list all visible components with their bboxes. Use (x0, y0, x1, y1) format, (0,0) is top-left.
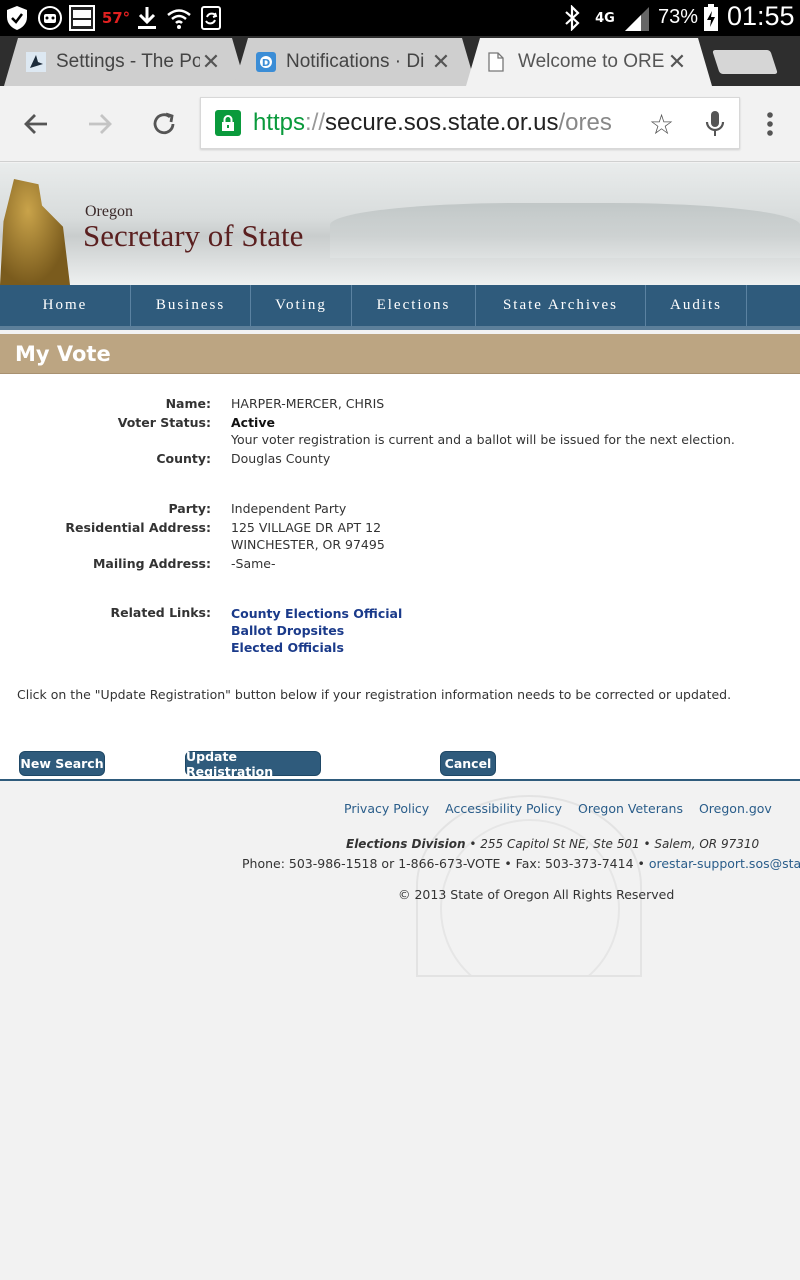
name-value: HARPER-MERCER, CHRIS (231, 396, 385, 411)
county-label: County: (156, 451, 211, 466)
support-email-link[interactable]: orestar-support.sos@state.or.us (649, 856, 800, 871)
party-label: Party: (168, 501, 211, 516)
address-bar[interactable]: https://secure.sos.state.or.us/ores ☆ (200, 97, 740, 149)
overflow-menu-icon[interactable] (754, 108, 786, 140)
fox-news-icon (68, 5, 96, 31)
mailing-address-value: -Same- (231, 556, 276, 571)
crater-lake-image (330, 203, 800, 258)
tab-strip: Settings - The Po ✕ D Notifications · Di… (0, 36, 800, 86)
nav-audits[interactable]: Audits (646, 285, 747, 326)
microphone-icon[interactable] (705, 110, 725, 142)
footer-links: Privacy Policy Accessibility Policy Oreg… (344, 801, 784, 816)
reload-icon[interactable] (148, 108, 180, 140)
nav-business[interactable]: Business (131, 285, 251, 326)
update-registration-button[interactable]: Update Registration (185, 749, 321, 779)
link-county-elections-official[interactable]: County Elections Official (231, 605, 402, 622)
battery-percent: 73% (658, 6, 699, 28)
close-icon[interactable]: ✕ (666, 49, 688, 75)
cancel-button[interactable]: Cancel (440, 751, 496, 776)
related-links-label: Related Links: (110, 605, 211, 620)
download-icon (134, 5, 160, 31)
mailing-address-label: Mailing Address: (92, 556, 211, 571)
sync-icon (198, 5, 224, 31)
page-title: My Vote (15, 342, 111, 366)
close-icon[interactable]: ✕ (430, 49, 452, 75)
battery-charging-icon (700, 4, 722, 31)
tab-title: Settings - The Po (56, 51, 200, 72)
browser-toolbar: https://secure.sos.state.or.us/ores ☆ (0, 86, 800, 162)
wifi-icon (166, 5, 192, 31)
footer-link-oregon-gov[interactable]: Oregon.gov (699, 801, 772, 816)
tab-welcome-orestar[interactable]: Welcome to ORE ✕ (466, 38, 712, 86)
bluetooth-icon (560, 5, 584, 31)
status-label: Voter Status: (117, 415, 211, 430)
footer-link-privacy[interactable]: Privacy Policy (344, 801, 429, 816)
footer-link-accessibility[interactable]: Accessibility Policy (445, 801, 562, 816)
forward-arrow-icon[interactable] (84, 108, 116, 140)
main-nav: Home Business Voting Elections State Arc… (0, 285, 800, 330)
footer-copyright: © 2013 State of Oregon All Rights Reserv… (398, 887, 675, 902)
new-search-button[interactable]: New Search (19, 751, 105, 776)
voter-info-panel: Name: HARPER-MERCER, CHRIS Voter Status:… (0, 374, 800, 781)
footer-address: Elections Division • 255 Capitol St NE, … (346, 837, 760, 851)
nav-home[interactable]: Home (0, 285, 131, 326)
back-arrow-icon[interactable] (20, 108, 52, 140)
discourse-favicon-icon: D (256, 52, 276, 72)
tab-notifications[interactable]: D Notifications · Di ✕ (234, 38, 476, 86)
update-instructions: Click on the "Update Registration" butto… (17, 687, 732, 702)
page-footer: Privacy Policy Accessibility Policy Oreg… (0, 783, 800, 983)
residential-address-label: Residential Address: (65, 520, 211, 535)
tab-title: Welcome to ORE (518, 51, 665, 72)
footer-contact: Phone: 503-986-1518 or 1-866-673-VOTE • … (242, 856, 800, 871)
nav-voting[interactable]: Voting (251, 285, 352, 326)
web-page: Oregon Secretary of State Home Business … (0, 163, 800, 1280)
robot-icon (36, 5, 64, 31)
state-seal-watermark (416, 795, 642, 977)
footer-link-veterans[interactable]: Oregon Veterans (578, 801, 683, 816)
nav-elections[interactable]: Elections (352, 285, 476, 326)
signal-icon (622, 5, 652, 31)
bird-favicon-icon (26, 52, 46, 72)
party-value: Independent Party (231, 501, 347, 516)
lock-icon (215, 110, 241, 136)
page-favicon-icon (488, 52, 508, 72)
tab-settings[interactable]: Settings - The Po ✕ (4, 38, 246, 86)
status-value: Active (231, 415, 275, 430)
clock: 01:55 (727, 1, 795, 31)
residential-address-line1: 125 VILLAGE DR APT 12 (231, 520, 382, 535)
name-label: Name: (165, 396, 211, 411)
link-ballot-dropsites[interactable]: Ballot Dropsites (231, 622, 402, 639)
url-text: https://secure.sos.state.or.us/ores (253, 109, 612, 136)
nav-state-archives[interactable]: State Archives (476, 285, 646, 326)
network-type-text: 4G (595, 10, 615, 26)
close-icon[interactable]: ✕ (200, 49, 222, 75)
status-note: Your voter registration is current and a… (231, 432, 735, 447)
svg-text:D: D (262, 58, 270, 69)
page-heading-bar: My Vote (0, 334, 800, 374)
banner-title[interactable]: Secretary of State (83, 218, 303, 254)
site-banner: Oregon Secretary of State (0, 163, 800, 285)
residential-address-line2: WINCHESTER, OR 97495 (231, 537, 385, 552)
pioneer-statue-image (0, 179, 70, 285)
county-value: Douglas County (231, 451, 331, 466)
link-elected-officials[interactable]: Elected Officials (231, 639, 402, 656)
related-links-list: County Elections Official Ballot Dropsit… (231, 605, 402, 656)
status-bar: 57° 4G 73% 01:55 (0, 0, 800, 36)
shield-icon (4, 5, 30, 31)
tab-title: Notifications · Di (286, 51, 425, 72)
temperature-text: 57° (101, 9, 131, 27)
new-tab-button[interactable] (712, 50, 778, 74)
bookmark-star-icon[interactable]: ☆ (649, 108, 674, 141)
